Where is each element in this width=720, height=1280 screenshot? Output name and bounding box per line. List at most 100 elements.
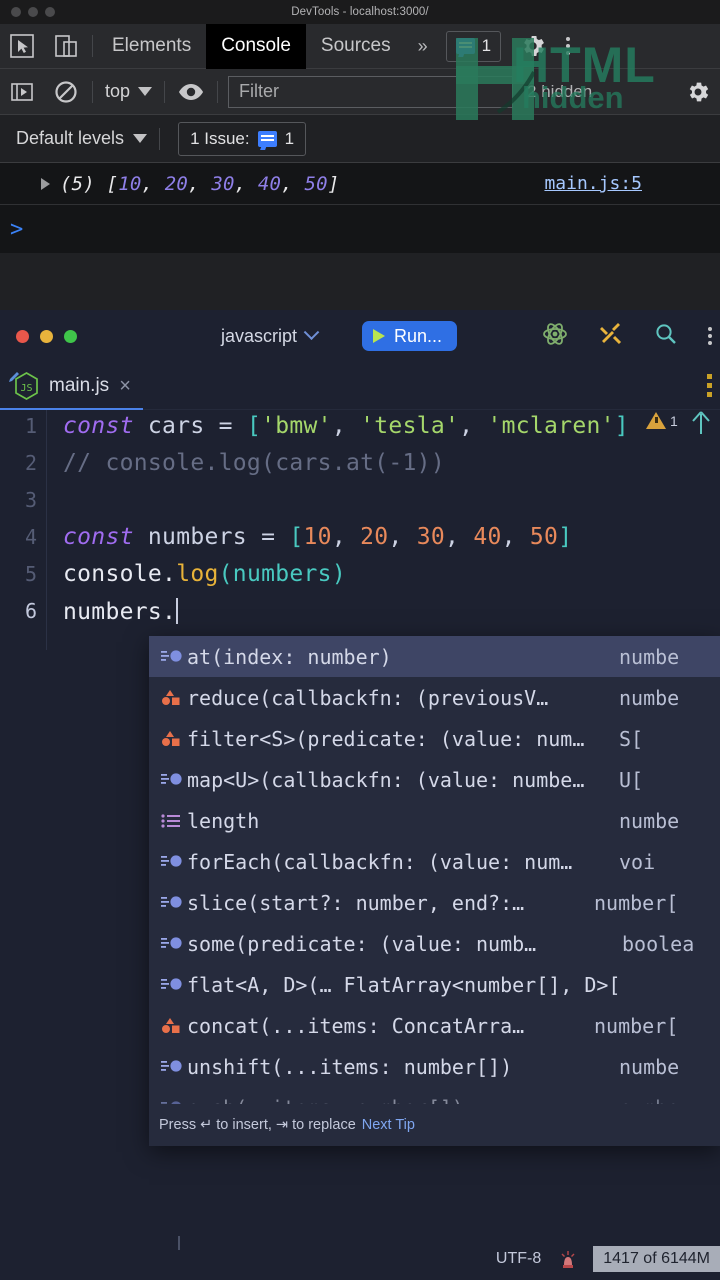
encoding-label[interactable]: UTF-8	[496, 1250, 541, 1268]
autocomplete-label: map<U>(callbackfn: (value: numbe…	[187, 767, 585, 792]
editor-window-controls[interactable]	[0, 329, 77, 343]
run-button[interactable]: Run...	[362, 321, 458, 351]
code-line-2: // console.log(cars.at(-1))	[63, 450, 445, 476]
code-area[interactable]: 1 2 3 4 5 6 const cars = ['bmw', 'tesla'…	[0, 410, 720, 650]
editor-toolbar: javascript Run...	[0, 310, 720, 362]
tab-options-icon[interactable]	[707, 374, 712, 397]
autocomplete-list[interactable]: at(index: number) numbe reduce(callbackf…	[149, 636, 720, 1104]
autocomplete-item-push[interactable]: push(… items: number[]) numbe	[149, 1087, 720, 1104]
text-cursor	[176, 598, 179, 624]
editor-toolbar-icons	[542, 321, 712, 352]
autocomplete-type: number[	[594, 1013, 679, 1038]
chevron-down-icon	[303, 323, 320, 340]
autocomplete-label: length	[187, 808, 260, 833]
array-item-3: 40	[257, 172, 282, 195]
minimize-window-button[interactable]	[40, 329, 53, 343]
autocomplete-label: filter<S>(predicate: (value: num…	[187, 726, 585, 751]
autocomplete-label: at(index: number)	[187, 644, 392, 669]
close-window-button[interactable]	[16, 329, 29, 343]
autocomplete-item-length[interactable]: length numbe	[149, 800, 720, 841]
method-icon	[161, 935, 187, 953]
issue-counter-button[interactable]: 1 Issue: 1	[178, 121, 307, 156]
array-length: (5)	[60, 172, 95, 195]
sidebar-toggle-icon[interactable]	[0, 69, 44, 114]
console-log-entry[interactable]: (5) [10, 20, 30, 40, 50] main.js:5	[0, 163, 720, 205]
autocomplete-label: reduce(callbackfn: (previousV…	[187, 685, 549, 710]
up-arrow-icon[interactable]	[690, 410, 712, 441]
autocomplete-label: forEach(callbackfn: (value: num…	[187, 849, 573, 874]
memory-indicator[interactable]: 1417 of 6144M	[593, 1246, 720, 1272]
filter-placeholder: Filter	[239, 81, 280, 101]
autocomplete-item-map[interactable]: map<U>(callbackfn: (value: numbe… U[	[149, 759, 720, 800]
method-icon	[161, 1099, 187, 1104]
autocomplete-item-at[interactable]: at(index: number) numbe	[149, 636, 720, 677]
device-toolbar-icon[interactable]	[44, 24, 88, 69]
console-filterbar: top Filter 2 hidden	[0, 69, 720, 115]
live-expression-eye-icon[interactable]	[169, 69, 213, 114]
tab-sources[interactable]: Sources	[306, 24, 406, 69]
console-filter-input[interactable]: Filter	[228, 75, 514, 108]
gear-icon[interactable]	[511, 24, 555, 69]
maximize-window-button[interactable]	[64, 329, 77, 343]
line-number: 5	[24, 562, 37, 586]
property-icon	[161, 730, 187, 748]
autocomplete-label: some(predicate: (value: numb…	[187, 931, 537, 956]
close-icon[interactable]: ×	[119, 375, 131, 398]
default-levels-select[interactable]: Default levels	[8, 128, 155, 149]
editor-statusbar: UTF-8 1417 of 6144M	[0, 1238, 720, 1280]
autocomplete-item-filter[interactable]: filter<S>(predicate: (value: num… S[	[149, 718, 720, 759]
run-button-label: Run...	[394, 325, 443, 346]
line-number: 3	[24, 488, 37, 512]
autocomplete-label: concat(...items: ConcatArra…	[187, 1013, 525, 1038]
code-line-5: console.log(numbers)	[63, 561, 346, 587]
tab-console[interactable]: Console	[206, 23, 306, 69]
console-prompt-row[interactable]: >	[0, 205, 720, 253]
array-item-2: 30	[211, 172, 235, 195]
chevron-down-icon	[138, 87, 153, 96]
expand-triangle-icon[interactable]	[41, 177, 50, 190]
devtools-tabbar: Elements Console Sources » 1	[0, 23, 720, 69]
line-number: 1	[24, 414, 37, 438]
autocomplete-item-flat[interactable]: flat<A, D>(… FlatArray<number[], D>[	[149, 964, 720, 1005]
hammer-tools-icon[interactable]	[598, 321, 624, 352]
issues-count: 1	[481, 36, 492, 55]
clear-console-icon[interactable]	[44, 69, 88, 114]
more-tabs-icon[interactable]: »	[406, 36, 440, 57]
search-icon[interactable]	[654, 322, 678, 351]
autocomplete-popup[interactable]: at(index: number) numbe reduce(callbackf…	[149, 636, 720, 1146]
window-title: DevTools - localhost:3000/	[291, 6, 429, 18]
inline-warning-badge[interactable]: 1	[646, 412, 678, 429]
autocomplete-footer: Press ↵ to insert, ⇥ to replace Next Tip	[149, 1104, 720, 1146]
autocomplete-item-some[interactable]: some(predicate: (value: numb… boolea	[149, 923, 720, 964]
next-tip-link[interactable]: Next Tip	[362, 1117, 415, 1133]
console-settings-gear-icon[interactable]	[676, 69, 720, 114]
kebab-menu-icon[interactable]	[708, 327, 712, 345]
tab-elements[interactable]: Elements	[97, 24, 206, 69]
line-number-current: 6	[24, 599, 37, 623]
file-tab-main-js[interactable]: JS main.js ×	[0, 372, 143, 410]
autocomplete-item-foreach[interactable]: forEach(callbackfn: (value: num… voi	[149, 841, 720, 882]
inspect-cursor-icon[interactable]	[0, 24, 44, 69]
issues-badge[interactable]: 1	[445, 30, 502, 62]
atom-icon[interactable]	[542, 321, 568, 352]
autocomplete-item-reduce[interactable]: reduce(callbackfn: (previousV… numbe	[149, 677, 720, 718]
console-prompt-chevron: >	[10, 216, 24, 242]
autocomplete-item-unshift[interactable]: unshift(...items: number[]) numbe	[149, 1046, 720, 1087]
hidden-messages-label: 2 hidden	[527, 81, 593, 101]
kebab-menu-icon[interactable]	[555, 24, 581, 69]
source-code[interactable]: const cars = ['bmw', 'tesla', 'mclaren']…	[63, 410, 629, 625]
code-line-1: const cars = ['bmw', 'tesla', 'mclaren']	[63, 413, 629, 439]
screen-root: DevTools - localhost:3000/ Elements Cons…	[0, 0, 720, 1280]
autocomplete-item-concat[interactable]: concat(...items: ConcatArra… number[	[149, 1005, 720, 1046]
execution-context-select[interactable]: top	[97, 81, 160, 102]
divider	[164, 80, 166, 103]
language-select[interactable]: javascript	[221, 323, 320, 347]
issue-message-icon	[455, 38, 475, 54]
autocomplete-item-slice[interactable]: slice(start?: number, end?:… number[	[149, 882, 720, 923]
log-source-link[interactable]: main.js:5	[544, 173, 642, 194]
siren-alert-icon[interactable]	[559, 1249, 577, 1269]
autocomplete-type: numbe	[619, 644, 680, 669]
divider	[92, 80, 93, 103]
divider	[92, 35, 93, 57]
array-item-4: 50	[304, 172, 328, 195]
